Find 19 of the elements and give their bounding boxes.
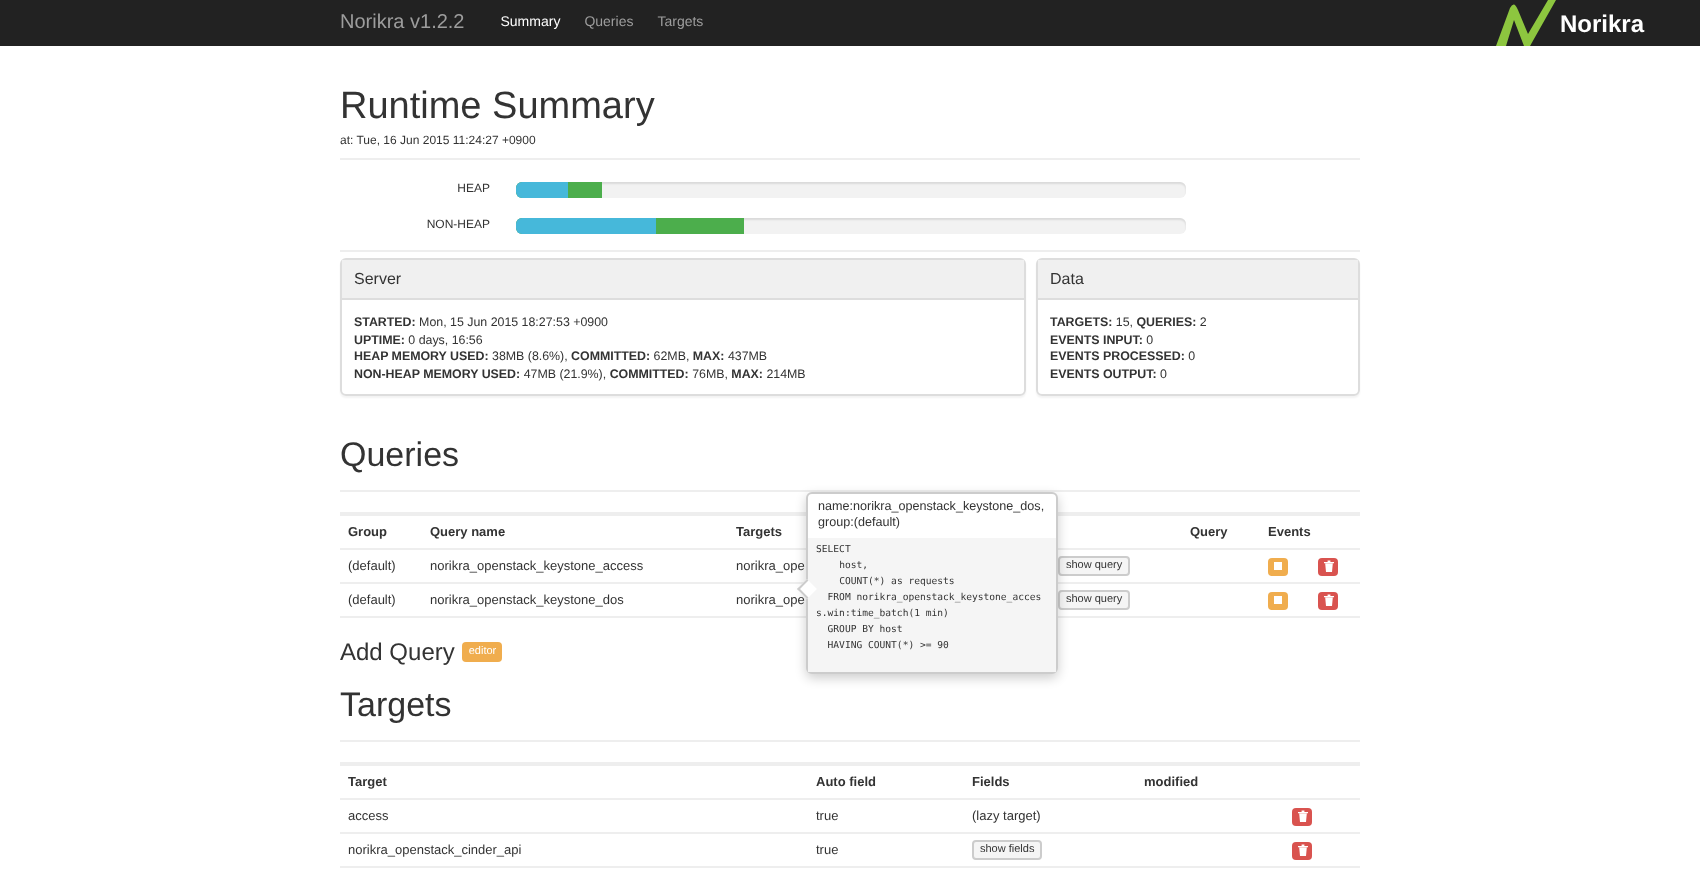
section-title: Queries	[340, 436, 462, 476]
trash-icon	[1297, 844, 1307, 856]
trash-icon	[1323, 594, 1333, 606]
brand[interactable]: Norikra v1.2.2	[340, 12, 465, 34]
delete-button[interactable]	[1292, 841, 1312, 859]
stop-icon	[1274, 596, 1282, 604]
panel-title: Server	[342, 260, 1024, 300]
stop-icon	[1274, 562, 1282, 570]
delete-button[interactable]	[1292, 807, 1312, 825]
panel-title: Data	[1038, 260, 1358, 300]
add-query-title: Add Query	[340, 638, 455, 666]
logo-text: Norikra	[1559, 9, 1644, 37]
delete-button[interactable]	[1318, 591, 1338, 609]
logo-icon	[1491, 0, 1560, 46]
delete-button[interactable]	[1318, 557, 1338, 575]
trash-icon	[1323, 560, 1333, 572]
section-title: Targets	[340, 686, 454, 726]
trash-icon	[1297, 810, 1307, 822]
page-title: Runtime Summary	[340, 86, 657, 130]
